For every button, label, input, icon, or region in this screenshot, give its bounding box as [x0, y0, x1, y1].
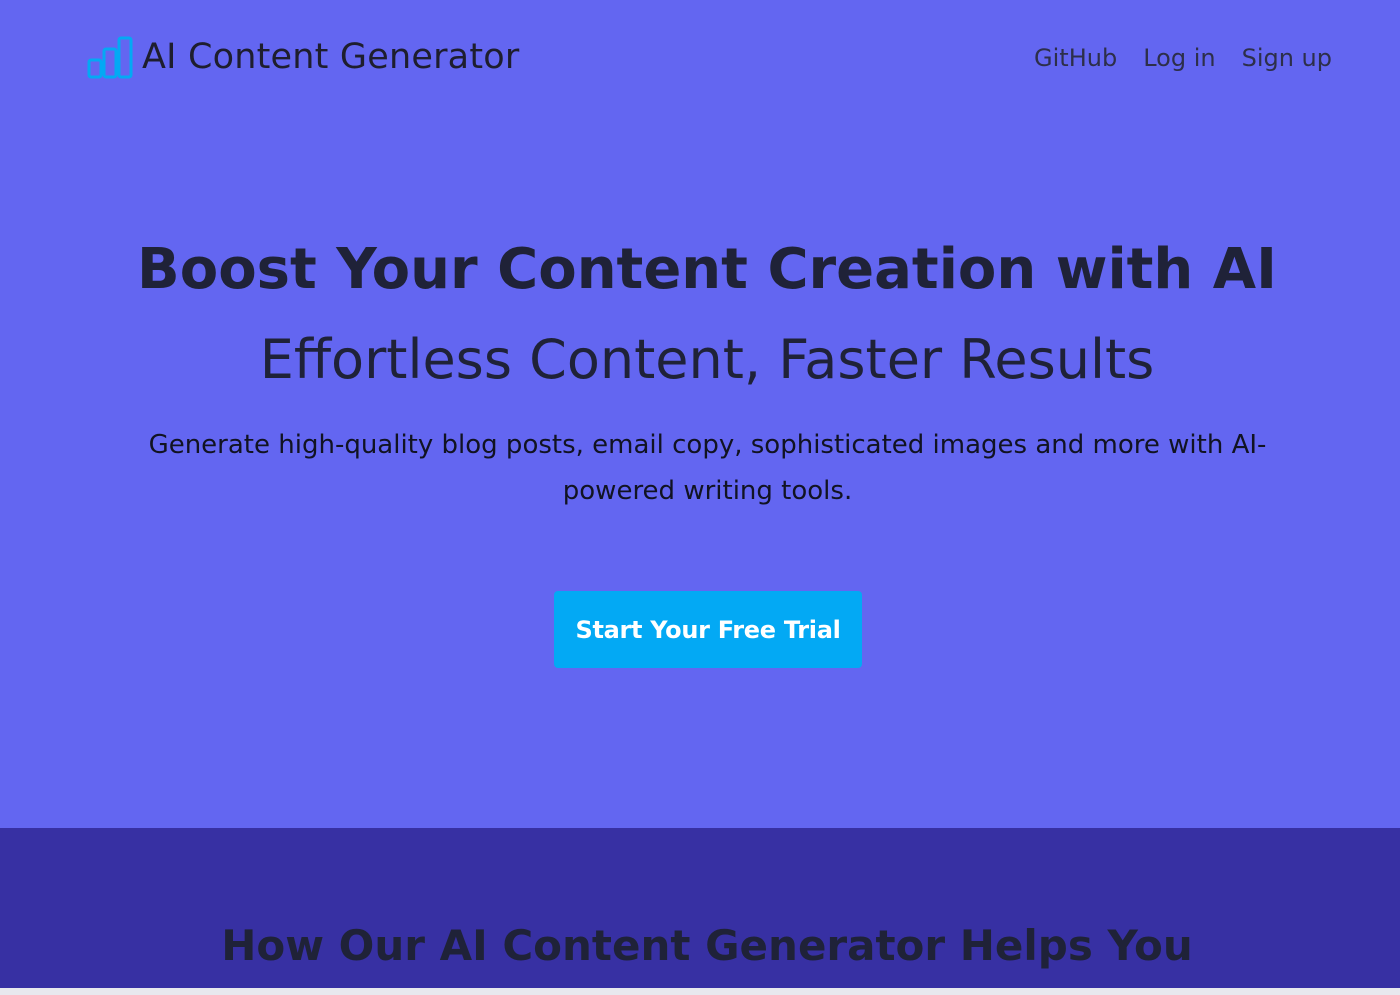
hero-section: AI Content Generator GitHub Log in Sign …	[0, 0, 1400, 828]
brand-title: AI Content Generator	[142, 37, 520, 77]
hero-description: Generate high-quality blog posts, email …	[148, 430, 1267, 506]
navbar: AI Content Generator GitHub Log in Sign …	[0, 0, 1400, 120]
start-free-trial-button[interactable]: Start Your Free Trial	[554, 591, 862, 668]
hero-subtitle: Effortless Content, Faster Results	[259, 328, 1155, 391]
nav-links: GitHub Log in Sign up	[1034, 44, 1332, 72]
features-section: How Our AI Content Generator Helps You	[0, 828, 1400, 988]
features-title: How Our AI Content Generator Helps You	[221, 921, 1193, 970]
page-bottom-divider	[0, 988, 1400, 995]
brand-link[interactable]: AI Content Generator	[87, 34, 519, 80]
hero-title: Boost Your Content Creation with AI	[137, 237, 1277, 302]
nav-link-login[interactable]: Log in	[1143, 44, 1215, 72]
nav-link-signup[interactable]: Sign up	[1242, 44, 1332, 72]
nav-link-github[interactable]: GitHub	[1034, 44, 1117, 72]
bar-chart-icon	[87, 36, 133, 79]
